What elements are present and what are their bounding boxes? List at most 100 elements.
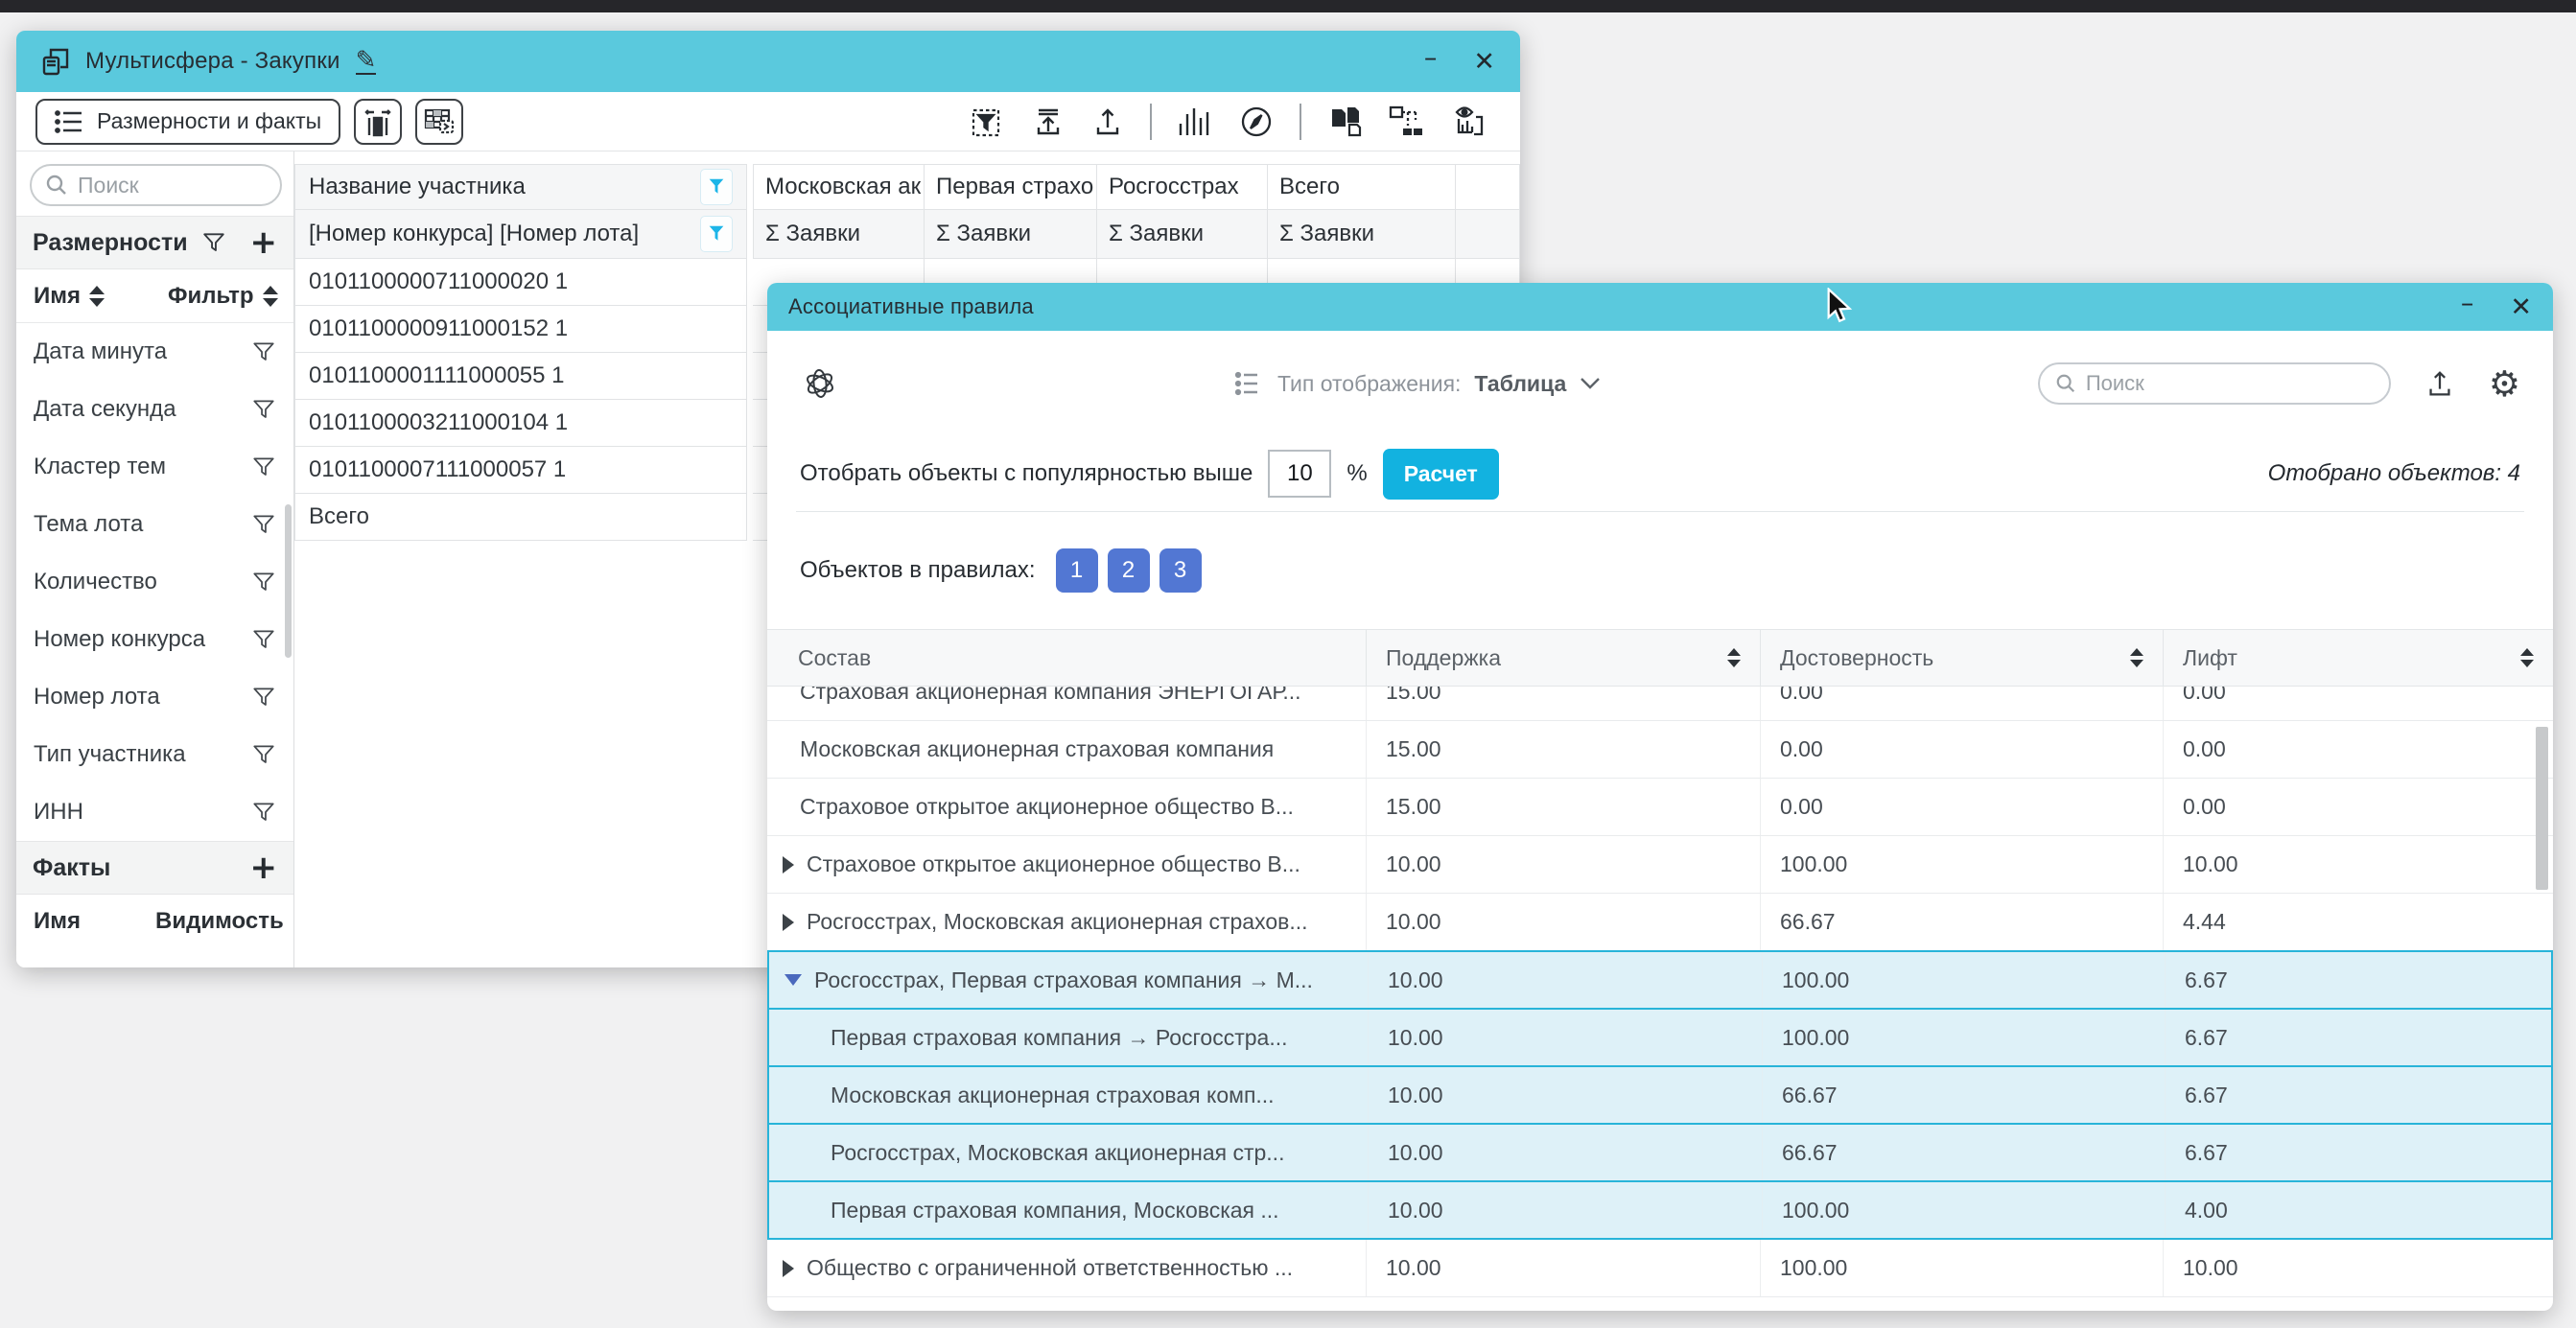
rule-row[interactable]: Росгосстрах, Московская акционерная стр.…	[767, 1125, 2553, 1182]
filter-icon[interactable]	[251, 685, 276, 710]
expand-icon[interactable]	[783, 1260, 794, 1277]
table-layout-button[interactable]	[415, 99, 463, 145]
rule-confidence: 100.00	[1782, 1198, 1849, 1223]
rule-size-button[interactable]: 3	[1159, 548, 1202, 593]
sidebar-dimension-item[interactable]: Тема лота	[16, 496, 293, 553]
column-header-support[interactable]: Поддержка	[1367, 630, 1761, 686]
filter-icon[interactable]	[251, 512, 276, 537]
rule-row[interactable]: Московская акционерная страховая компани…	[767, 721, 2553, 779]
expand-icon[interactable]	[785, 974, 802, 986]
filter-icon[interactable]	[251, 397, 276, 422]
rule-support: 15.00	[1386, 736, 1441, 762]
column-header-confidence[interactable]: Достоверность	[1761, 630, 2164, 686]
rule-support: 15.00	[1386, 794, 1441, 820]
pivot-measure-header[interactable]: Σ Заявки	[753, 209, 925, 259]
pivot-filler-cell	[1456, 209, 1520, 259]
sort-icon	[263, 286, 278, 307]
dialog-search-input[interactable]	[2086, 371, 2374, 396]
sidebar-dimension-item[interactable]: Дата минута	[16, 323, 293, 381]
sidebar-dimension-item[interactable]: Дата секунда	[16, 381, 293, 438]
filter-icon[interactable]	[201, 230, 226, 255]
sidebar-dimension-item[interactable]: Кластер тем	[16, 438, 293, 496]
filter-selection-icon[interactable]	[972, 105, 1006, 139]
column-header-composition[interactable]: Состав	[767, 630, 1367, 686]
column-header-lift[interactable]: Лифт	[2164, 630, 2553, 686]
pivot-column-header[interactable]: Первая страхо	[925, 164, 1097, 210]
pivot-column-header[interactable]: Всего	[1268, 164, 1456, 210]
rule-row[interactable]: Страховое открытое акционерное общество …	[767, 836, 2553, 894]
add-dimension-button[interactable]: +	[250, 226, 278, 259]
expand-icon[interactable]	[783, 914, 794, 931]
dimension-label: Номер конкурса	[34, 626, 205, 653]
sidebar-dimension-item[interactable]: Количество	[16, 553, 293, 611]
compass-icon[interactable]	[1238, 104, 1275, 140]
pivot-column-header[interactable]: Росгосстрах	[1097, 164, 1268, 210]
sidebar-scrollbar[interactable]	[285, 504, 292, 658]
eye-panel-icon[interactable]	[1449, 104, 1487, 140]
add-fact-button[interactable]: +	[250, 851, 278, 884]
pivot-measure-header[interactable]: Σ Заявки	[1268, 209, 1456, 259]
rule-row[interactable]: Страховая акционерная компания ЭНЕРГОГАР…	[767, 687, 2553, 721]
dialog-minimize-button[interactable]: –	[2461, 291, 2474, 316]
pivot-measure-header[interactable]: Σ Заявки	[925, 209, 1097, 259]
column-filter-button[interactable]	[700, 169, 733, 205]
name-column-label: Имя	[34, 908, 81, 935]
filter-icon[interactable]	[251, 339, 276, 364]
display-type-selector[interactable]: Тип отображения: Таблица	[1235, 331, 1601, 436]
pivot-column-header[interactable]: Московская ак	[753, 164, 925, 210]
sort-icon[interactable]	[2520, 648, 2534, 667]
calculate-button[interactable]: Расчет	[1383, 449, 1499, 500]
sidebar-search[interactable]	[30, 164, 282, 206]
rule-row[interactable]: Росгосстрах, Первая страховая компания →…	[767, 950, 2553, 1010]
dialog-search[interactable]	[2038, 362, 2391, 405]
rule-row[interactable]: Росгосстрах, Московская акционерная стра…	[767, 894, 2553, 951]
gear-icon[interactable]: ⚙	[2489, 366, 2520, 402]
row-header-cell[interactable]: Название участника	[294, 164, 747, 210]
sort-icon[interactable]	[2130, 648, 2143, 667]
rule-size-button[interactable]: 2	[1108, 548, 1150, 593]
sidebar-dimension-item[interactable]: Номер лота	[16, 668, 293, 726]
pivot-measure-header[interactable]: Σ Заявки	[1097, 209, 1268, 259]
popularity-threshold-input[interactable]	[1268, 450, 1331, 498]
rule-lift: 10.00	[2183, 1255, 2238, 1281]
dialog-titlebar[interactable]: Ассоциативные правила – ✕	[767, 283, 2553, 331]
knot-logo-icon[interactable]	[800, 363, 840, 404]
row-subheader-cell[interactable]: [Номер конкурса] [Номер лота]	[294, 209, 747, 259]
rule-row[interactable]: Страховое открытое акционерное общество …	[767, 779, 2553, 836]
rule-row[interactable]: Общество с ограниченной ответственностью…	[767, 1240, 2553, 1297]
dimensions-facts-button[interactable]: Размерности и факты	[35, 99, 340, 145]
sidebar-dimension-item[interactable]: ИНН	[16, 783, 293, 841]
rule-size-button[interactable]: 1	[1056, 548, 1098, 593]
bar-chart-icon[interactable]	[1177, 105, 1213, 139]
sort-icon[interactable]	[1727, 648, 1741, 667]
sidebar-dimension-item[interactable]: Тип участника	[16, 726, 293, 783]
rule-row[interactable]: Первая страховая компания → Росгосстра..…	[767, 1010, 2553, 1067]
export-icon[interactable]	[2424, 366, 2456, 401]
rule-support: 10.00	[1388, 1025, 1443, 1051]
dialog-close-button[interactable]: ✕	[2510, 294, 2532, 320]
filter-icon[interactable]	[251, 454, 276, 479]
filter-icon[interactable]	[251, 800, 276, 825]
filter-icon[interactable]	[251, 627, 276, 652]
column-width-button[interactable]	[354, 99, 402, 145]
sidebar-search-input[interactable]	[78, 173, 267, 198]
import-icon[interactable]	[1031, 105, 1066, 139]
column-filter-button[interactable]	[700, 216, 733, 252]
close-button[interactable]: ✕	[1473, 49, 1495, 75]
sidebar-dimension-item[interactable]: Номер конкурса	[16, 611, 293, 668]
main-titlebar[interactable]: Мультисфера - Закупки ✎ – ✕	[16, 31, 1520, 92]
sort-by-name[interactable]: Имя	[34, 283, 105, 310]
filter-icon[interactable]	[251, 570, 276, 594]
minimize-button[interactable]: –	[1424, 45, 1438, 71]
rule-row[interactable]: Московская акционерная страховая комп...…	[767, 1067, 2553, 1125]
edit-title-icon[interactable]: ✎	[356, 48, 377, 75]
copy-pages-icon[interactable]	[1326, 104, 1363, 140]
rule-row[interactable]: Первая страховая компания, Московская ..…	[767, 1182, 2553, 1240]
rules-table-scrollbar[interactable]	[2536, 727, 2548, 890]
export-icon[interactable]	[1090, 105, 1125, 139]
expand-icon[interactable]	[783, 856, 794, 874]
sort-by-filter[interactable]: Фильтр	[168, 283, 278, 310]
pivot-measure-header-row: [Номер конкурса] [Номер лота] Σ Заявки Σ…	[294, 209, 1520, 259]
structure-icon[interactable]	[1388, 104, 1424, 140]
filter-icon[interactable]	[251, 742, 276, 767]
